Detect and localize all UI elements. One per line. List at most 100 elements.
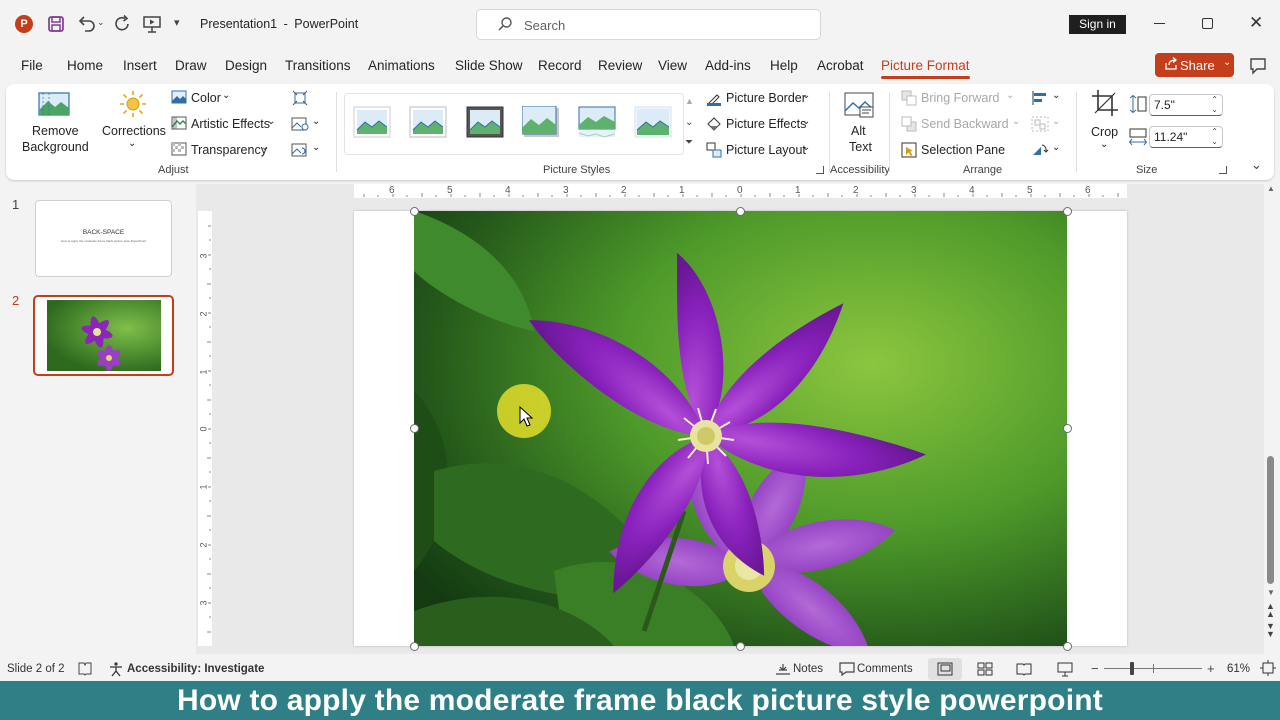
scroll-up-icon[interactable]: ▲ [1267, 184, 1275, 193]
gallery-more-icon[interactable]: ⏷ [685, 137, 693, 148]
picture-styles-gallery[interactable] [344, 93, 684, 155]
change-picture-icon[interactable] [291, 116, 309, 135]
tab-help[interactable]: Help [770, 58, 798, 73]
zoom-in-button[interactable]: + [1207, 661, 1215, 676]
crop-icon[interactable] [1091, 89, 1119, 120]
remove-background-label-2[interactable]: Background [22, 140, 89, 154]
resize-handle-top[interactable] [736, 207, 745, 216]
alt-text-icon[interactable] [844, 90, 874, 123]
gallery-scroll-up-icon[interactable]: ▲ [685, 96, 694, 106]
accessibility-status[interactable]: Accessibility: Investigate [127, 663, 264, 675]
picture-effects-button[interactable]: Picture Effects [726, 117, 806, 131]
tab-animations[interactable]: Animations [368, 58, 435, 73]
align-dropdown-icon[interactable]: ⌄ [1052, 90, 1060, 101]
slide-show-view-icon[interactable] [1057, 661, 1073, 680]
picture-style-drop-shadow[interactable] [521, 105, 560, 138]
previous-slide-icon[interactable]: ▲ ▲ [1266, 602, 1275, 619]
collapse-ribbon-icon[interactable]: ⌄ [1251, 157, 1262, 173]
scrollbar-thumb[interactable] [1267, 456, 1274, 584]
resize-handle-top-left[interactable] [410, 207, 419, 216]
shape-width-input[interactable]: 11.24" ⌃ ⌄ [1149, 126, 1223, 148]
bring-forward-dropdown-icon[interactable]: ⌄ [1006, 90, 1014, 101]
selected-picture[interactable] [414, 211, 1067, 646]
send-backward-button[interactable]: Send Backward [921, 117, 1009, 131]
slide-counter[interactable]: Slide 2 of 2 [7, 663, 65, 675]
fit-slide-to-window-icon[interactable] [1260, 660, 1276, 679]
picture-style-moderate-frame-black[interactable] [466, 106, 504, 138]
picture-border-button[interactable]: Picture Border [726, 91, 806, 105]
reading-view-icon[interactable] [1016, 662, 1032, 679]
picture-layout-button[interactable]: Picture Layout [726, 143, 806, 157]
resize-handle-top-right[interactable] [1063, 207, 1072, 216]
present-from-beginning-icon[interactable] [142, 14, 162, 37]
resize-handle-bottom-left[interactable] [410, 642, 419, 651]
normal-view-icon[interactable] [928, 658, 962, 680]
picture-style-simple-frame-white[interactable] [353, 106, 391, 138]
tab-slide-show[interactable]: Slide Show [455, 58, 523, 73]
restore-icon[interactable] [1202, 18, 1213, 29]
save-icon[interactable] [47, 15, 65, 36]
zoom-slider-thumb[interactable] [1130, 662, 1134, 675]
crop-label[interactable]: Crop [1091, 125, 1118, 139]
slide-thumbnail-2[interactable] [33, 295, 174, 376]
tab-record[interactable]: Record [538, 58, 582, 73]
resize-handle-bottom-right[interactable] [1063, 642, 1072, 651]
picture-border-dropdown-icon[interactable]: ⌄ [802, 90, 810, 101]
gallery-scroll-down-icon[interactable]: ⌄ [685, 117, 693, 128]
remove-background-label-1[interactable]: Remove [32, 124, 79, 138]
selection-pane-button[interactable]: Selection Pane [921, 143, 1005, 157]
bring-forward-button[interactable]: Bring Forward [921, 91, 1000, 105]
tab-transitions[interactable]: Transitions [285, 58, 351, 73]
share-button[interactable]: Share ⌄ [1155, 53, 1234, 77]
comments-icon[interactable] [1248, 56, 1268, 79]
tab-add-ins[interactable]: Add-ins [705, 58, 751, 73]
tab-view[interactable]: View [658, 58, 687, 73]
minimize-icon[interactable] [1154, 23, 1165, 24]
tab-insert[interactable]: Insert [123, 58, 157, 73]
artistic-effects-dropdown-icon[interactable]: ⌄ [267, 116, 275, 127]
crop-dropdown-icon[interactable]: ⌄ [1100, 139, 1108, 150]
align-icon[interactable] [1031, 90, 1049, 109]
tab-picture-format[interactable]: Picture Format [881, 58, 970, 79]
slide-thumbnail-1[interactable]: BACK-SPACE How to apply the moderate fra… [35, 200, 172, 277]
vertical-scrollbar[interactable]: ▲ ▼ ▲ ▲ ▼ ▼ [1264, 184, 1278, 654]
scroll-down-icon[interactable]: ▼ [1267, 588, 1275, 597]
search-box[interactable]: Search [476, 9, 821, 40]
spelling-check-icon[interactable] [77, 661, 93, 680]
height-spinner-icon[interactable]: ⌃ ⌄ [1211, 95, 1218, 115]
send-backward-dropdown-icon[interactable]: ⌄ [1012, 116, 1020, 127]
comments-button[interactable]: Comments [857, 663, 913, 675]
zoom-out-button[interactable]: − [1091, 661, 1099, 676]
resize-handle-right[interactable] [1063, 424, 1072, 433]
alt-text-label-2[interactable]: Text [849, 140, 872, 154]
transparency-button[interactable]: Transparency [191, 143, 267, 157]
compress-pictures-icon[interactable] [292, 90, 308, 109]
color-dropdown-icon[interactable]: ⌄ [222, 90, 230, 101]
color-button[interactable]: Color [191, 91, 221, 105]
customize-quick-access-icon[interactable]: ▾ [174, 16, 180, 29]
sign-in-button[interactable]: Sign in [1069, 15, 1126, 34]
resize-handle-left[interactable] [410, 424, 419, 433]
picture-layout-dropdown-icon[interactable]: ⌄ [802, 142, 810, 153]
picture-style-reflected[interactable] [578, 106, 616, 138]
tab-review[interactable]: Review [598, 58, 642, 73]
tab-draw[interactable]: Draw [175, 58, 207, 73]
group-dropdown-icon[interactable]: ⌄ [1052, 116, 1060, 127]
close-icon[interactable]: ✕ [1249, 13, 1263, 33]
undo-icon[interactable] [76, 14, 96, 37]
slide-sorter-view-icon[interactable] [977, 662, 993, 679]
corrections-dropdown-icon[interactable]: ⌄ [128, 138, 136, 149]
resize-handle-bottom[interactable] [736, 642, 745, 651]
remove-background-icon[interactable] [38, 90, 70, 121]
notes-button[interactable]: Notes [793, 663, 823, 675]
undo-dropdown-icon[interactable]: ⌄ [97, 17, 105, 28]
zoom-level[interactable]: 61% [1227, 663, 1250, 675]
corrections-label[interactable]: Corrections [102, 124, 166, 138]
tab-design[interactable]: Design [225, 58, 267, 73]
reset-picture-icon[interactable] [291, 142, 309, 161]
artistic-effects-button[interactable]: Artistic Effects [191, 117, 270, 131]
shape-height-input[interactable]: 7.5" ⌃ ⌄ [1149, 94, 1223, 116]
rotate-dropdown-icon[interactable]: ⌄ [1052, 142, 1060, 153]
tab-file[interactable]: File [21, 58, 43, 73]
share-dropdown-icon[interactable]: ⌄ [1223, 57, 1231, 68]
